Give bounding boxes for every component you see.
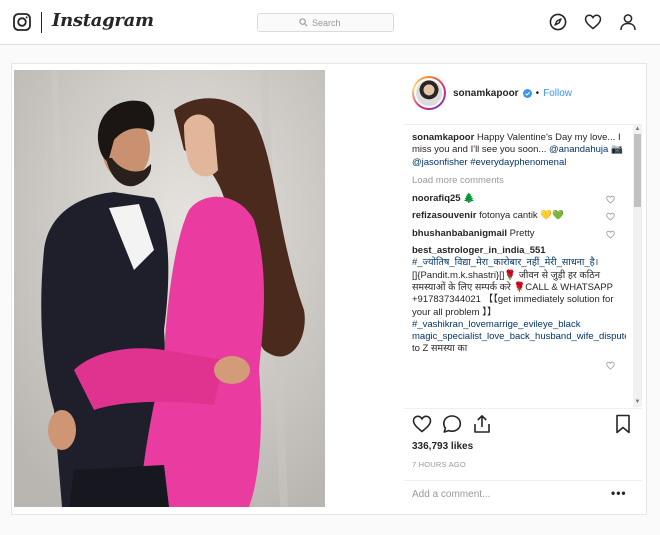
logo-divider: [41, 12, 42, 33]
profile-icon[interactable]: [619, 13, 637, 31]
likes-count[interactable]: 336,793 likes: [412, 441, 473, 452]
avatar: [414, 78, 444, 108]
caption: sonamkapoor Happy Valentine's Day my lov…: [412, 132, 626, 169]
header-divider: [404, 124, 642, 125]
top-navigation-bar: Instagram: [0, 0, 660, 45]
comment-text: to Z समस्या का: [412, 343, 468, 355]
comment-input-divider: [404, 480, 642, 481]
avatar-story-ring[interactable]: [412, 76, 446, 110]
comment-like-icon[interactable]: [606, 212, 615, 222]
instagram-logo-icon[interactable]: [13, 13, 31, 31]
action-bar: [412, 414, 634, 436]
comment-item: bhushanbabanigmail Pretty: [412, 228, 626, 240]
post-photo[interactable]: [14, 70, 325, 507]
comment-text: Pretty: [509, 227, 535, 239]
scroll-up-arrow-icon[interactable]: ▲: [634, 126, 641, 133]
comment-username[interactable]: refizasouvenir: [412, 210, 476, 221]
load-more-comments-button[interactable]: Load more comments: [412, 175, 626, 187]
couple-photo-illustration: [14, 70, 325, 507]
more-options-button[interactable]: •••: [611, 487, 627, 499]
comment-like-icon[interactable]: [606, 195, 615, 204]
post-timestamp[interactable]: 7 HOURS AGO: [412, 460, 466, 469]
scroll-down-arrow-icon[interactable]: ▼: [634, 399, 641, 406]
comment-username[interactable]: bhushanbabanigmail: [412, 228, 507, 239]
compass-icon[interactable]: [549, 13, 567, 31]
actions-divider: [404, 408, 642, 409]
post-author-row: sonamkapoor • Follow: [412, 76, 572, 110]
search-input[interactable]: [312, 17, 352, 28]
comment-item: best_astrologer_in_india_551 #_ज्योतिष_व…: [412, 245, 626, 370]
scrollbar-thumb[interactable]: [634, 134, 641, 207]
verified-badge-icon: [522, 88, 532, 98]
comment-item: noorafiq25 🌲: [412, 193, 626, 205]
like-heart-icon[interactable]: [412, 414, 432, 434]
author-username[interactable]: sonamkapoor: [453, 88, 519, 99]
hashtag-link[interactable]: #everydayphenomenal: [470, 157, 566, 168]
mention-link[interactable]: @jasonfisher: [412, 157, 468, 168]
post-card: sonamkapoor • Follow sonamkapoor Happy V…: [11, 63, 647, 515]
add-comment-input[interactable]: [412, 489, 602, 500]
comment-bubble-icon[interactable]: [442, 414, 462, 434]
share-icon[interactable]: [472, 414, 492, 434]
hashtag-link[interactable]: #_ज्योतिष_विद्या_मेरा_कारोबार_नहीं_मेरी_…: [412, 257, 598, 268]
search-box[interactable]: [257, 13, 394, 32]
comment-username[interactable]: best_astrologer_in_india_551: [412, 245, 546, 256]
comment-item: refizasouvenir fotonya cantik 💛💚: [412, 210, 626, 222]
follow-button[interactable]: Follow: [543, 88, 572, 99]
separator-dot: •: [535, 87, 540, 99]
comment-emoji: 🌲: [463, 193, 476, 205]
camera-emoji: 📷: [610, 144, 623, 156]
hashtag-link[interactable]: #_vashikran_lovemarrige_evileye_black ma…: [412, 319, 626, 342]
post-side-panel: sonamkapoor • Follow sonamkapoor Happy V…: [404, 64, 642, 516]
comment-text: fotonya cantik: [479, 210, 538, 222]
instagram-wordmark[interactable]: Instagram: [52, 10, 154, 31]
heart-icon[interactable]: [584, 13, 602, 31]
comment-like-icon[interactable]: [606, 361, 615, 370]
caption-username[interactable]: sonamkapoor: [412, 132, 474, 143]
search-icon: [299, 18, 308, 27]
comment-emoji: 💛💚: [540, 210, 564, 222]
comment-like-icon[interactable]: [606, 230, 615, 239]
comment-username[interactable]: noorafiq25: [412, 193, 461, 204]
bookmark-icon[interactable]: [613, 414, 633, 434]
comment-text: []{Pandit.m.k.shastri}[]🌹 जीवन से जुड़ी …: [412, 269, 614, 318]
mention-link[interactable]: @anandahuja: [549, 144, 608, 155]
